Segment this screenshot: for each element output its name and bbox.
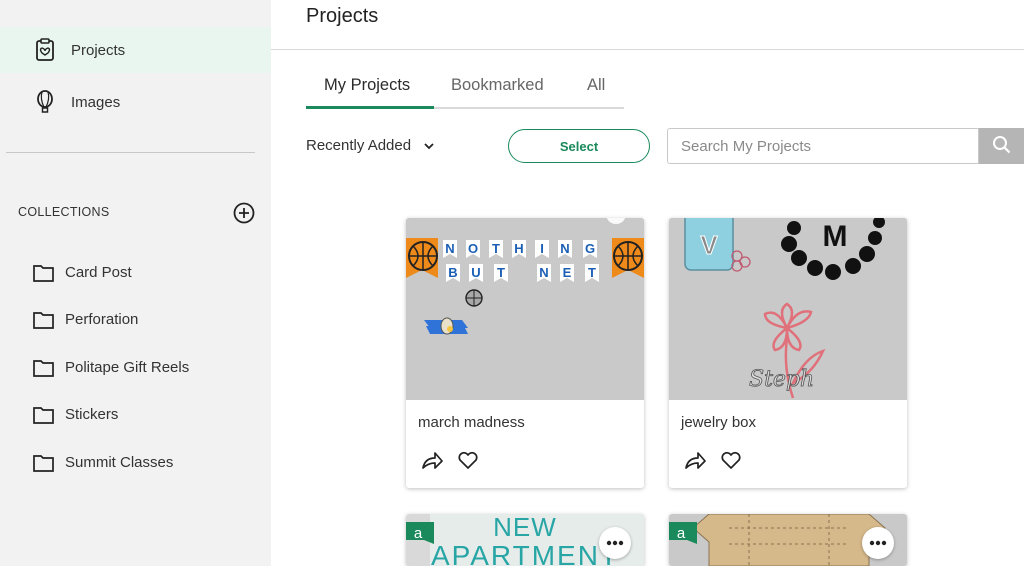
svg-text:V: V xyxy=(700,230,718,260)
sort-dropdown[interactable]: Recently Added xyxy=(306,137,435,154)
svg-text:N: N xyxy=(445,241,454,256)
svg-text:B: B xyxy=(448,265,457,280)
share-icon[interactable] xyxy=(420,448,444,472)
svg-text:T: T xyxy=(492,241,500,256)
folder-icon xyxy=(33,265,54,282)
svg-text:M: M xyxy=(823,220,848,253)
sidebar-item-label: Projects xyxy=(71,41,126,59)
share-icon[interactable] xyxy=(683,448,707,472)
collection-label: Summit Classes xyxy=(65,454,174,471)
svg-text:I: I xyxy=(540,241,544,256)
collection-label: Perforation xyxy=(65,311,139,328)
tab-all[interactable]: All xyxy=(587,76,605,95)
search-input[interactable] xyxy=(667,128,979,164)
folder-icon xyxy=(33,455,54,472)
projects-icon xyxy=(36,38,54,61)
more-options-button[interactable] xyxy=(862,527,894,559)
sidebar-item-projects[interactable]: Projects xyxy=(0,27,271,73)
svg-text:U: U xyxy=(471,265,480,280)
project-card-march-madness[interactable]: N O T H I N G B U T N E T march madness xyxy=(406,218,644,488)
heart-icon[interactable] xyxy=(456,448,480,472)
march-madness-artwork: N O T H I N G B U T N E T xyxy=(406,218,644,400)
project-name[interactable]: jewelry box xyxy=(681,414,756,431)
more-options-button[interactable] xyxy=(599,527,631,559)
folder-icon xyxy=(33,360,54,377)
collection-item-politape-gift-reels[interactable]: Politape Gift Reels xyxy=(0,350,271,386)
search-button[interactable] xyxy=(979,128,1024,164)
svg-text:Steph: Steph xyxy=(749,367,814,392)
chevron-down-icon xyxy=(424,142,434,149)
collection-item-perforation[interactable]: Perforation xyxy=(0,302,271,338)
collection-item-stickers[interactable]: Stickers xyxy=(0,397,271,433)
folder-icon xyxy=(33,312,54,329)
access-badge-icon: a xyxy=(669,522,697,544)
svg-text:N: N xyxy=(560,241,569,256)
heart-icon[interactable] xyxy=(719,448,743,472)
svg-text:E: E xyxy=(563,265,572,280)
search-icon xyxy=(993,136,1011,154)
collection-item-summit-classes[interactable]: Summit Classes xyxy=(0,445,271,481)
project-name[interactable]: march madness xyxy=(418,414,525,431)
badge-letter: a xyxy=(414,525,423,542)
main-content: Projects My Projects Bookmarked All Rece… xyxy=(271,0,1024,566)
svg-text:T: T xyxy=(588,265,596,280)
sidebar-item-label: Images xyxy=(71,93,121,111)
svg-text:T: T xyxy=(497,265,505,280)
sidebar: Projects Images COLLECTIONS Card Post Pe… xyxy=(0,0,271,566)
tab-bookmarked[interactable]: Bookmarked xyxy=(451,76,544,95)
collections-heading: COLLECTIONS xyxy=(18,205,110,219)
access-badge-icon: a xyxy=(406,522,434,544)
svg-text:H: H xyxy=(514,241,523,256)
sort-label: Recently Added xyxy=(306,137,412,154)
project-thumbnail[interactable]: N O T H I N G B U T N E T xyxy=(406,218,644,400)
ellipsis-icon xyxy=(606,540,624,546)
collection-label: Politape Gift Reels xyxy=(65,359,190,376)
add-collection-icon[interactable] xyxy=(233,202,255,224)
page-title: Projects xyxy=(306,5,379,27)
sidebar-item-images[interactable]: Images xyxy=(0,79,271,125)
project-card-new-apartment[interactable]: NEW APARTMENT a xyxy=(406,514,644,566)
project-card-box-template[interactable]: a xyxy=(669,514,907,566)
ellipsis-icon xyxy=(869,540,887,546)
project-thumbnail[interactable]: V M Steph xyxy=(669,218,907,400)
svg-text:O: O xyxy=(468,241,478,256)
sidebar-divider xyxy=(6,152,255,153)
folder-icon xyxy=(33,407,54,424)
collection-label: Stickers xyxy=(65,406,119,423)
tab-my-projects[interactable]: My Projects xyxy=(324,76,410,95)
collection-label: Card Post xyxy=(65,264,132,281)
collection-item-card-post[interactable]: Card Post xyxy=(0,255,271,291)
balloon-icon xyxy=(37,90,53,113)
svg-text:N: N xyxy=(539,265,548,280)
svg-text:G: G xyxy=(585,241,595,256)
select-button[interactable]: Select xyxy=(508,129,650,163)
project-card-jewelry-box[interactable]: V M Steph jewelry box xyxy=(669,218,907,488)
badge-letter: a xyxy=(677,525,686,542)
active-tab-indicator xyxy=(306,106,434,109)
jewelry-box-artwork: V M Steph xyxy=(669,218,907,400)
header-divider xyxy=(271,49,1024,50)
